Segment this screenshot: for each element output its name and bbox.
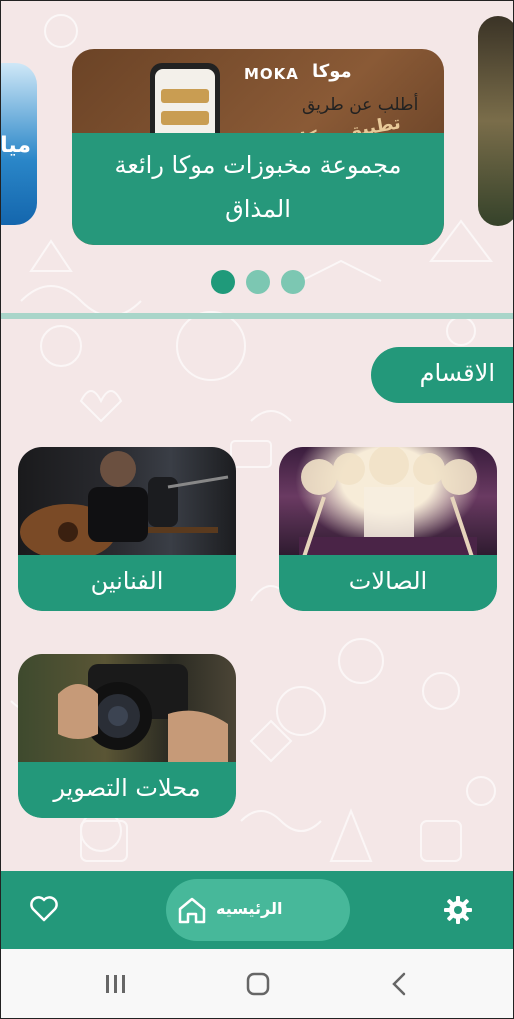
category-label-halls: الصالات [348, 567, 428, 595]
section-title: الاقسام [419, 359, 495, 387]
home-tab[interactable]: الرئيسيه [166, 879, 350, 941]
app-screen: ميا MOKA موكا أطلب عن طريق تطبيق موكا مج… [0, 0, 514, 1019]
photo-studios-image [18, 654, 236, 764]
carousel-card-previous-text: ميا [0, 133, 31, 158]
home-icon [178, 897, 206, 924]
section-divider [1, 313, 513, 319]
section-title-pill: الاقسام [371, 347, 513, 403]
heart-icon[interactable] [29, 895, 59, 923]
promo-brand-logo: MOKA [244, 65, 299, 83]
home-tab-label: الرئيسيه [216, 899, 283, 918]
halls-image [279, 447, 497, 558]
category-label-photo-studios: محلات التصوير [53, 774, 201, 802]
carousel-dot-2[interactable] [246, 270, 270, 294]
category-tile-photo-studios[interactable]: محلات التصوير [18, 654, 236, 818]
artists-image [18, 447, 236, 560]
category-label-artists: الفنانين [90, 567, 164, 595]
carousel-caption: مجموعة مخبوزات موكا رائعة المذاق [72, 133, 444, 245]
recent-apps-icon[interactable] [104, 973, 128, 995]
promo-brand-arabic: موكا [312, 61, 352, 82]
carousel-caption-text: مجموعة مخبوزات موكا رائعة المذاق [114, 151, 402, 223]
carousel-dot-1[interactable] [211, 270, 235, 294]
carousel-indicator [211, 270, 306, 296]
carousel-card-previous[interactable]: ميا [0, 63, 37, 225]
carousel-dot-3[interactable] [281, 270, 305, 294]
category-tile-artists[interactable]: الفنانين [18, 447, 236, 611]
settings-icon[interactable] [443, 895, 473, 925]
carousel-card-main[interactable]: MOKA موكا أطلب عن طريق تطبيق موكا مجموعة… [72, 49, 444, 245]
promo-line-1: أطلب عن طريق [302, 95, 419, 115]
carousel-card-next[interactable] [478, 16, 513, 226]
bottom-navigation: الرئيسيه [1, 871, 513, 949]
system-navigation-bar [1, 949, 513, 1018]
category-tile-halls[interactable]: الصالات [279, 447, 497, 611]
home-button-icon[interactable] [245, 971, 271, 997]
back-icon[interactable] [389, 971, 409, 997]
